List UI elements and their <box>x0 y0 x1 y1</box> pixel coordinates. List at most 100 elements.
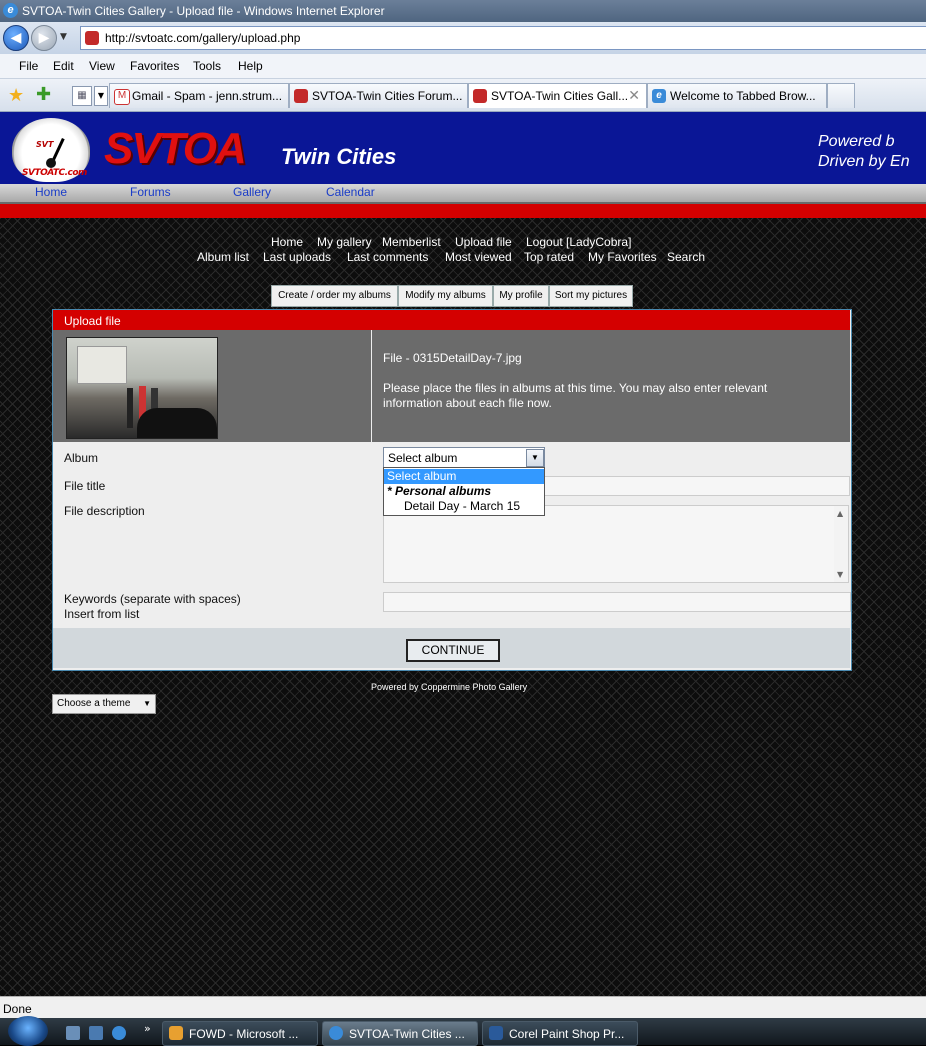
tab-list-dropdown[interactable]: ▼ <box>94 86 108 106</box>
svtoa-icon <box>473 89 487 103</box>
insert-from-list-label: Insert from list <box>64 607 140 621</box>
show-desktop-icon[interactable] <box>66 1026 80 1040</box>
gallery-link-most-viewed[interactable]: Most viewed <box>445 250 512 264</box>
album-option-select[interactable]: Select album <box>384 469 544 484</box>
taskbar-item-corel[interactable]: Corel Paint Shop Pr... <box>482 1021 638 1046</box>
sort-pictures-button[interactable]: Sort my pictures <box>549 285 633 307</box>
upload-instructions-1: Please place the files in albums at this… <box>383 381 768 395</box>
file-description-label: File description <box>64 504 145 518</box>
gallery-link-last-uploads[interactable]: Last uploads <box>263 250 331 264</box>
album-select[interactable]: Select album ▼ <box>383 447 545 469</box>
tagline-line-1: Powered b <box>818 133 895 150</box>
hub <box>46 158 56 168</box>
keywords-input[interactable] <box>383 592 851 612</box>
album-option-detail-day[interactable]: Detail Day - March 15 <box>384 499 544 514</box>
gallery-link-top-rated[interactable]: Top rated <box>524 250 574 264</box>
site-nav-forums[interactable]: Forums <box>130 185 171 199</box>
start-button[interactable] <box>8 1016 48 1046</box>
address-url[interactable]: http://svtoatc.com/gallery/upload.php <box>105 31 300 45</box>
status-bar: Done <box>0 996 926 1019</box>
upload-panel-title: Upload file <box>64 314 121 328</box>
menu-file[interactable]: File <box>19 59 38 73</box>
file-name: File - 0315DetailDay-7.jpg <box>383 351 522 365</box>
site-nav-gallery[interactable]: Gallery <box>233 185 271 199</box>
window-title: SVTOA-Twin Cities Gallery - Upload file … <box>22 4 385 18</box>
upload-instructions-2: information about each file now. <box>383 396 552 410</box>
file-title-input[interactable] <box>543 476 850 496</box>
car-silhouette <box>137 408 217 438</box>
ie-quicklaunch-icon[interactable] <box>112 1026 126 1040</box>
taskbar-label: SVTOA-Twin Cities ... <box>349 1027 465 1041</box>
tab-label: SVTOA-Twin Cities Gall... <box>491 89 629 103</box>
more-quicklaunch-icon[interactable]: » <box>144 1022 151 1035</box>
menu-tools[interactable]: Tools <box>193 59 221 73</box>
my-profile-button[interactable]: My profile <box>493 285 549 307</box>
back-button[interactable]: ◀ <box>3 25 29 51</box>
new-tab-button[interactable] <box>827 83 855 108</box>
switch-windows-icon[interactable] <box>89 1026 103 1040</box>
favorites-star-icon[interactable]: ★ <box>8 85 24 106</box>
tab-label: Gmail - Spam - jenn.strum... <box>132 89 283 103</box>
outlook-icon <box>169 1026 183 1040</box>
gallery-link-upload-file[interactable]: Upload file <box>455 235 512 249</box>
taskbar-label: Corel Paint Shop Pr... <box>509 1027 625 1041</box>
taskbar-label: FOWD - Microsoft ... <box>189 1027 299 1041</box>
gallery-link-search[interactable]: Search <box>667 250 705 264</box>
tab-svtoa-gallery[interactable]: SVTOA-Twin Cities Gall... ✕ <box>468 83 647 108</box>
theme-select-value: Choose a theme <box>57 698 131 709</box>
address-bar[interactable]: http://svtoatc.com/gallery/upload.php <box>80 26 926 50</box>
scroll-down-icon[interactable]: ▼ <box>837 570 843 579</box>
scroll-up-icon[interactable]: ▲ <box>837 509 843 518</box>
textarea-scrollbar[interactable]: ▲ ▼ <box>834 506 848 582</box>
continue-button[interactable]: CONTINUE <box>406 639 500 662</box>
taskbar-item-fowd[interactable]: FOWD - Microsoft ... <box>162 1021 318 1046</box>
tab-label: SVTOA-Twin Cities Forum... <box>312 89 463 103</box>
create-order-albums-button[interactable]: Create / order my albums <box>271 285 398 307</box>
album-select-value: Select album <box>388 451 458 465</box>
chevron-down-icon[interactable]: ▼ <box>526 449 544 467</box>
gallery-link-home[interactable]: Home <box>271 235 303 249</box>
tab-svtoa-forum[interactable]: SVTOA-Twin Cities Forum... <box>289 83 468 108</box>
menu-edit[interactable]: Edit <box>53 59 74 73</box>
gallery-link-my-favorites[interactable]: My Favorites <box>588 250 657 264</box>
gallery-link-logout[interactable]: Logout [LadyCobra] <box>526 235 631 249</box>
album-dropdown-list: Select album * Personal albums Detail Da… <box>383 467 545 516</box>
file-title-label: File title <box>64 479 106 493</box>
header-tagline: Powered b Driven by En <box>818 132 926 172</box>
gauge-subtitle: SVTOATC.com <box>22 168 87 178</box>
menu-view[interactable]: View <box>89 59 115 73</box>
add-favorite-icon[interactable]: ✚ <box>36 84 51 105</box>
recent-pages-dropdown[interactable]: ▼ <box>60 32 67 42</box>
taskbar-item-svtoa[interactable]: SVTOA-Twin Cities ... <box>322 1021 478 1046</box>
upload-panel-header: Upload file <box>53 310 850 330</box>
tab-welcome[interactable]: e Welcome to Tabbed Brow... <box>647 83 827 108</box>
tab-bar: ★ ✚ ▦ ▼ M Gmail - Spam - jenn.strum... S… <box>0 79 926 112</box>
site-logo: SVTOA <box>104 124 247 173</box>
album-label: Album <box>64 451 99 465</box>
svtoa-icon <box>294 89 308 103</box>
close-tab-icon[interactable]: ✕ <box>628 87 640 104</box>
theme-select[interactable]: Choose a theme ▼ <box>52 694 156 714</box>
menu-help[interactable]: Help <box>238 59 263 73</box>
gallery-link-album-list[interactable]: Album list <box>197 250 249 264</box>
modify-albums-button[interactable]: Modify my albums <box>398 285 493 307</box>
tab-label: Welcome to Tabbed Brow... <box>670 89 816 103</box>
file-description-textarea[interactable]: ▲ ▼ <box>383 505 849 583</box>
gallery-link-my-gallery[interactable]: My gallery <box>317 235 372 249</box>
chevron-down-icon: ▼ <box>143 699 151 708</box>
site-nav-calendar[interactable]: Calendar <box>326 185 375 199</box>
gallery-link-last-comments[interactable]: Last comments <box>347 250 428 264</box>
tab-gmail[interactable]: M Gmail - Spam - jenn.strum... <box>109 83 289 108</box>
status-text: Done <box>3 1002 32 1016</box>
powered-by-text[interactable]: Powered by Coppermine Photo Gallery <box>371 682 527 692</box>
window-title-bar: e SVTOA-Twin Cities Gallery - Upload fil… <box>0 0 926 22</box>
quick-tabs-icon[interactable]: ▦ <box>72 86 92 106</box>
site-logo-subtitle: Twin Cities <box>281 144 397 169</box>
site-nav-home[interactable]: Home <box>35 185 67 199</box>
forward-button[interactable]: ▶ <box>31 25 57 51</box>
gallery-link-memberlist[interactable]: Memberlist <box>382 235 441 249</box>
menu-favorites[interactable]: Favorites <box>130 59 179 73</box>
album-option-group-personal: * Personal albums <box>387 484 492 498</box>
menu-bar: File Edit View Favorites Tools Help <box>0 54 926 79</box>
gmail-icon: M <box>114 89 130 105</box>
